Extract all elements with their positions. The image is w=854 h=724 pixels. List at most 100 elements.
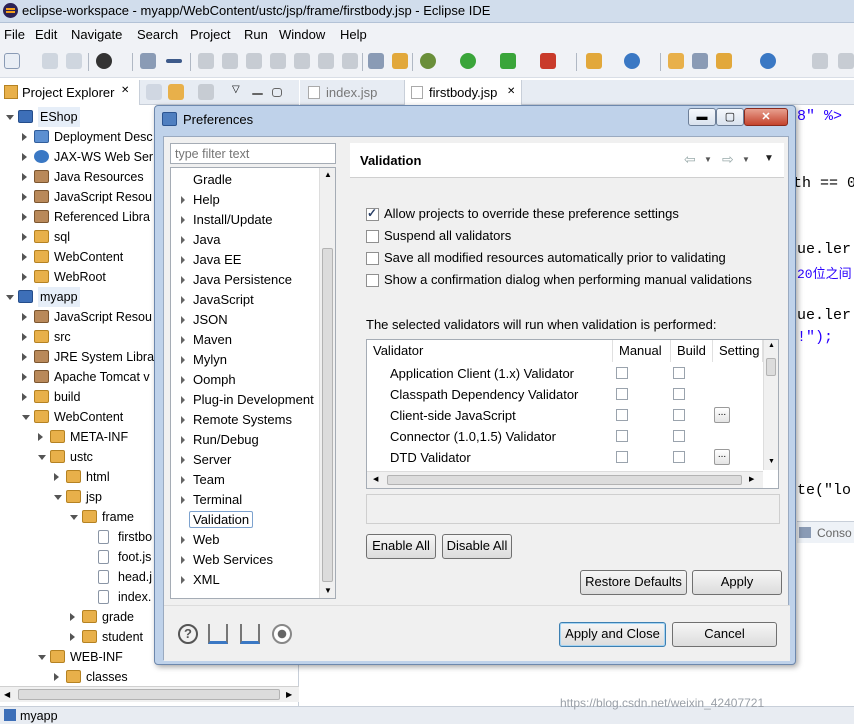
expanded-arrow-icon[interactable] <box>6 115 14 120</box>
collapsed-arrow-icon[interactable] <box>181 196 185 204</box>
collapsed-arrow-icon[interactable] <box>181 396 185 404</box>
nav-item[interactable]: Maven <box>193 330 232 350</box>
nav-item[interactable]: Plug-in Development <box>193 390 314 410</box>
tab-firstbody-jsp[interactable]: firstbody.jsp ✕ <box>404 80 522 105</box>
menu-search[interactable]: Search <box>137 27 178 42</box>
validator-row[interactable]: DTD Validator... <box>367 447 763 468</box>
collapsed-arrow-icon[interactable] <box>22 313 27 321</box>
menu-window[interactable]: Window <box>279 27 325 42</box>
forward-dropdown-icon[interactable]: ▼ <box>742 155 750 164</box>
collapsed-arrow-icon[interactable] <box>181 436 185 444</box>
nav-item[interactable]: Web Services <box>193 550 273 570</box>
expanded-arrow-icon[interactable] <box>70 515 78 520</box>
forward-arrow-icon[interactable]: ⇨ <box>722 151 734 168</box>
collapsed-arrow-icon[interactable] <box>22 333 27 341</box>
record-icon[interactable] <box>272 624 292 644</box>
menu-edit[interactable]: Edit <box>35 27 57 42</box>
nav-item[interactable]: Team <box>193 470 225 490</box>
column-header-manual[interactable]: Manual <box>613 340 671 362</box>
nav-scrollbar[interactable]: ▲ ▼ <box>319 168 335 598</box>
skip-breakpoints-icon[interactable] <box>166 59 182 63</box>
step-over-icon[interactable] <box>318 53 334 69</box>
tab-console[interactable]: Conso <box>797 521 854 543</box>
build-checkbox[interactable] <box>673 451 685 463</box>
validator-row[interactable]: Classpath Dependency Validator <box>367 384 763 405</box>
scroll-right-icon[interactable]: ▶ <box>749 475 754 483</box>
minimize-icon[interactable] <box>252 93 263 95</box>
debug-icon[interactable] <box>420 53 436 69</box>
collapsed-arrow-icon[interactable] <box>181 236 185 244</box>
collapsed-arrow-icon[interactable] <box>70 633 75 641</box>
navigate-icon[interactable] <box>812 53 828 69</box>
collapsed-arrow-icon[interactable] <box>54 473 59 481</box>
menu-navigate[interactable]: Navigate <box>71 27 122 42</box>
disconnect-icon[interactable] <box>270 53 286 69</box>
manual-checkbox[interactable] <box>616 430 628 442</box>
collapsed-arrow-icon[interactable] <box>22 133 27 141</box>
manual-checkbox[interactable] <box>616 388 628 400</box>
nav-item[interactable]: Run/Debug <box>193 430 259 450</box>
build-checkbox[interactable] <box>673 409 685 421</box>
back-arrow-icon[interactable]: ⇦ <box>684 151 696 168</box>
table-hscroll-thumb[interactable] <box>387 475 742 485</box>
collapsed-arrow-icon[interactable] <box>22 273 27 281</box>
resume-icon[interactable] <box>198 53 214 69</box>
manual-checkbox[interactable] <box>616 451 628 463</box>
nav-item[interactable]: Install/Update <box>193 210 273 230</box>
scroll-down-icon[interactable]: ▼ <box>768 458 775 465</box>
collapsed-arrow-icon[interactable] <box>22 193 27 201</box>
nav-scroll-thumb[interactable] <box>322 248 333 582</box>
search-tool-icon[interactable] <box>716 53 732 69</box>
account-icon[interactable] <box>96 53 112 69</box>
collapsed-arrow-icon[interactable] <box>181 536 185 544</box>
collapsed-arrow-icon[interactable] <box>181 416 185 424</box>
collapsed-arrow-icon[interactable] <box>22 373 27 381</box>
column-header-build[interactable]: Build <box>671 340 713 362</box>
run-server-icon[interactable] <box>500 53 516 69</box>
menu-project[interactable]: Project <box>190 27 230 42</box>
back-nav-icon[interactable] <box>838 53 854 69</box>
menu-run[interactable]: Run <box>244 27 268 42</box>
web-browser-icon[interactable] <box>760 53 776 69</box>
settings-button[interactable]: ... <box>714 449 730 465</box>
stop-server-icon[interactable] <box>540 53 556 69</box>
validator-row[interactable]: Connector (1.0,1.5) Validator <box>367 426 763 447</box>
validator-row[interactable]: Application Client (1.x) Validator <box>367 363 763 384</box>
settings-button[interactable]: ... <box>714 407 730 423</box>
terminal-icon[interactable] <box>140 53 156 69</box>
collapsed-arrow-icon[interactable] <box>181 476 185 484</box>
tree-item[interactable]: classes <box>0 667 298 687</box>
collapsed-arrow-icon[interactable] <box>22 153 27 161</box>
scroll-right-icon[interactable]: ▶ <box>286 690 292 699</box>
step-return-icon[interactable] <box>342 53 358 69</box>
collapsed-arrow-icon[interactable] <box>181 556 185 564</box>
save-resources-checkbox[interactable] <box>366 252 379 265</box>
expanded-arrow-icon[interactable] <box>6 295 14 300</box>
tab-project-explorer[interactable]: Project Explorer ✕ <box>0 80 140 105</box>
terminate-icon[interactable] <box>246 53 262 69</box>
collapsed-arrow-icon[interactable] <box>22 353 27 361</box>
collapse-all-icon[interactable] <box>146 84 162 100</box>
validator-row[interactable]: Client-side JavaScript... <box>367 405 763 426</box>
suspend-icon[interactable] <box>222 53 238 69</box>
nav-item[interactable]: Mylyn <box>193 350 227 370</box>
new-server-icon[interactable] <box>586 53 602 69</box>
collapsed-arrow-icon[interactable] <box>181 376 185 384</box>
nav-item[interactable]: Java Persistence <box>193 270 292 290</box>
collapsed-arrow-icon[interactable] <box>181 456 185 464</box>
expanded-arrow-icon[interactable] <box>38 455 46 460</box>
nav-item[interactable]: JSON <box>193 310 228 330</box>
nav-item[interactable]: Oomph <box>193 370 236 390</box>
collapsed-arrow-icon[interactable] <box>181 356 185 364</box>
table-scroll-thumb[interactable] <box>766 358 776 376</box>
save-all-icon[interactable] <box>66 53 82 69</box>
collapsed-arrow-icon[interactable] <box>38 433 43 441</box>
collapsed-arrow-icon[interactable] <box>181 216 185 224</box>
expanded-arrow-icon[interactable] <box>22 415 30 420</box>
apply-and-close-button[interactable]: Apply and Close <box>559 622 666 647</box>
new-java-class-icon[interactable] <box>624 53 640 69</box>
expanded-arrow-icon[interactable] <box>38 655 46 660</box>
view-menu-icon[interactable]: ▽ <box>232 84 248 100</box>
collapsed-arrow-icon[interactable] <box>54 673 59 681</box>
allow-override-checkbox[interactable] <box>366 206 379 221</box>
